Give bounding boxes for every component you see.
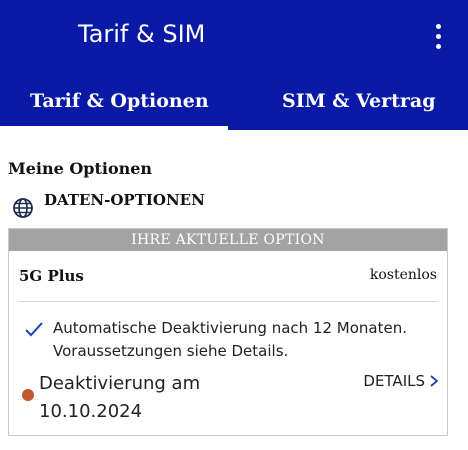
section-title: Meine Optionen <box>8 159 153 178</box>
more-vert-icon[interactable] <box>428 24 448 50</box>
chevron-right-icon <box>430 375 439 387</box>
option-name: 5G Plus <box>19 267 84 285</box>
details-link[interactable]: DETAILS <box>363 372 439 390</box>
info-text: Automatische Deaktivierung nach 12 Monat… <box>53 319 407 360</box>
card-header: IHRE AKTUELLE OPTION <box>9 229 447 251</box>
divider <box>19 301 437 302</box>
category-label: DATEN-OPTIONEN <box>44 191 205 209</box>
tab-sim-vertrag[interactable]: SIM & Vertrag <box>282 90 436 112</box>
tab-indicator <box>0 126 228 130</box>
app-bar: Tarif & SIM Tarif & Optionen SIM & Vertr… <box>0 0 468 130</box>
page-title: Tarif & SIM <box>78 20 206 48</box>
deactivation-text: Deaktivierung am 10.10.2024 <box>39 373 201 422</box>
option-price: kostenlos <box>369 267 437 283</box>
status-dot <box>22 389 34 401</box>
tab-tarif-optionen[interactable]: Tarif & Optionen <box>30 90 209 112</box>
option-card: IHRE AKTUELLE OPTION 5G Plus kostenlos A… <box>8 228 448 436</box>
details-label: DETAILS <box>363 372 425 390</box>
globe-icon <box>13 198 33 218</box>
check-icon <box>25 322 43 337</box>
